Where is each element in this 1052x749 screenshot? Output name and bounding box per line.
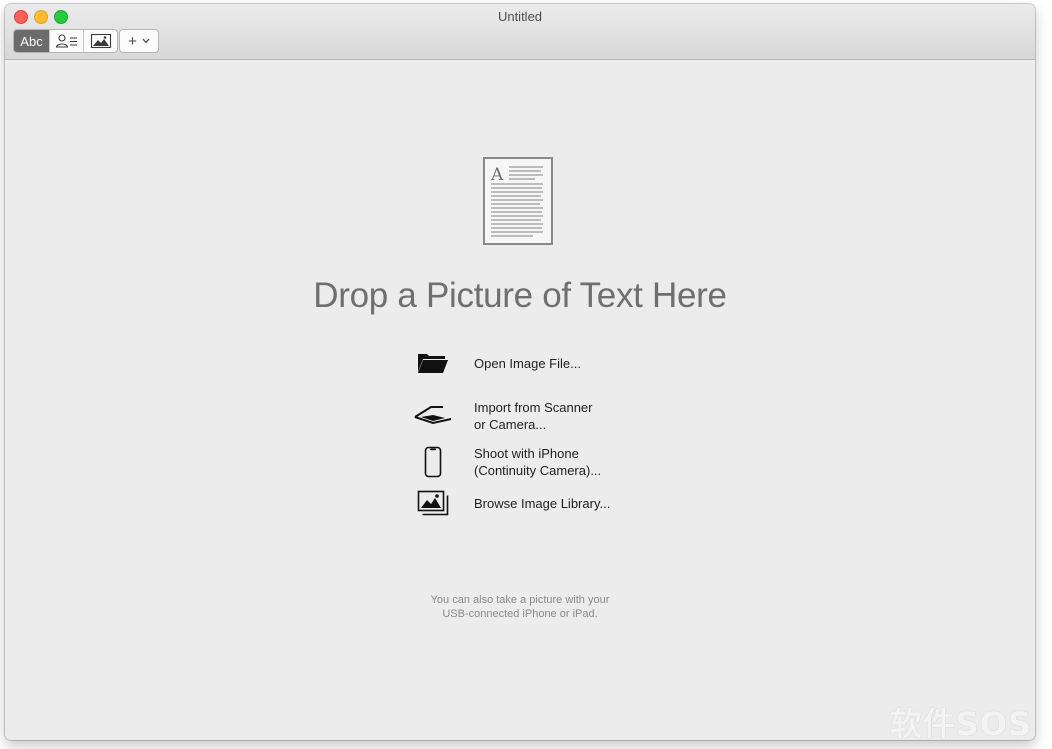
shoot-iphone-label-line1: Shoot with iPhone bbox=[474, 446, 579, 461]
add-button[interactable]: + bbox=[119, 29, 159, 53]
usb-hint-line2: USB-connected iPhone or iPad. bbox=[442, 608, 598, 620]
image-mode-button[interactable] bbox=[84, 30, 117, 52]
iphone-icon bbox=[424, 446, 442, 478]
drop-area[interactable]: A Drop a Picture of Text Here Open Image… bbox=[5, 60, 1035, 740]
usb-hint: You can also take a picture with your US… bbox=[5, 593, 1035, 621]
contact-mode-button[interactable] bbox=[50, 30, 84, 52]
import-from-scanner-action[interactable]: Import from Scanner or Camera... bbox=[405, 399, 593, 433]
chevron-down-icon bbox=[142, 38, 150, 44]
open-image-file-label: Open Image File... bbox=[474, 355, 581, 371]
import-scanner-label-line1: Import from Scanner bbox=[474, 400, 593, 415]
drop-title: Drop a Picture of Text Here bbox=[313, 276, 727, 315]
browse-image-library-action[interactable]: Browse Image Library... bbox=[405, 490, 610, 516]
contact-mode-icon bbox=[55, 34, 77, 48]
add-button-label: + bbox=[128, 32, 137, 50]
image-mode-icon bbox=[90, 33, 111, 49]
text-document-icon: A bbox=[483, 157, 553, 245]
shoot-with-iphone-action[interactable]: Shoot with iPhone (Continuity Camera)... bbox=[405, 445, 601, 479]
text-mode-button[interactable]: Abc bbox=[14, 30, 50, 52]
browse-library-label: Browse Image Library... bbox=[474, 495, 611, 511]
usb-hint-line1: You can also take a picture with your bbox=[430, 594, 610, 606]
svg-text:A: A bbox=[490, 165, 504, 185]
text-mode-label: Abc bbox=[20, 33, 43, 49]
shoot-iphone-label-line2: (Continuity Camera)... bbox=[474, 463, 602, 478]
folder-icon bbox=[418, 354, 448, 373]
photo-library-icon bbox=[417, 490, 449, 516]
titlebar: Untitled Abc + bbox=[5, 4, 1035, 60]
watermark: 软件SOS bbox=[889, 705, 1032, 743]
window-title: Untitled bbox=[497, 9, 543, 24]
app-window: Untitled Abc + A Drop a Picture of Text … bbox=[5, 4, 1035, 740]
scanner-icon bbox=[414, 406, 452, 425]
mode-segmented-control: Abc bbox=[13, 29, 118, 53]
import-scanner-label-line2: or Camera... bbox=[474, 417, 547, 432]
open-image-file-action[interactable]: Open Image File... bbox=[405, 352, 581, 374]
